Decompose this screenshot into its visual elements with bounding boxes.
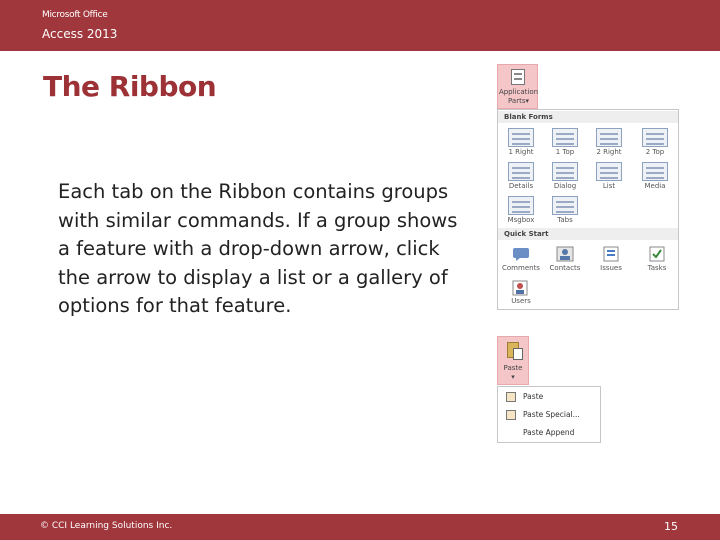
quick-start-label: Issues — [600, 264, 622, 272]
footer-bar: © CCI Learning Solutions Inc. 15 — [0, 514, 720, 540]
form-label: 2 Top — [645, 148, 665, 156]
form-list-thumb[interactable] — [596, 162, 622, 181]
blank-forms-header: Blank Forms — [498, 111, 678, 123]
comments-icon[interactable] — [512, 246, 530, 262]
form-tabs-thumb[interactable] — [552, 196, 578, 215]
paste-special-icon — [506, 410, 516, 420]
form-dialog-thumb[interactable] — [552, 162, 578, 181]
slide-body-text: Each tab on the Ribbon contains groups w… — [58, 180, 458, 317]
brand-line-2: Access 2013 — [42, 27, 118, 41]
application-parts-label-2: Parts▾ — [508, 97, 529, 105]
application-parts-button[interactable]: Application Parts▾ — [497, 64, 538, 109]
application-parts-gallery: Blank Forms 1 Right 1 Top 2 Right 2 Top … — [497, 109, 679, 310]
quick-start-label: Users — [511, 297, 531, 305]
form-label: 1 Top — [555, 148, 575, 156]
form-media-thumb[interactable] — [642, 162, 668, 181]
brand-line-1: Microsoft Office — [42, 10, 108, 20]
paste-icon — [506, 392, 516, 402]
form-label: Details — [508, 182, 534, 190]
quick-start-label: Tasks — [647, 264, 667, 272]
tasks-icon[interactable] — [648, 246, 666, 262]
form-1-right-thumb[interactable] — [508, 128, 534, 147]
form-label: Tabs — [557, 216, 573, 224]
menu-item-paste-special[interactable]: Paste Special... — [523, 410, 580, 419]
copyright-text: © CCI Learning Solutions Inc. — [40, 521, 173, 531]
slide-title: The Ribbon — [43, 70, 217, 103]
contacts-icon[interactable] — [556, 246, 574, 262]
issues-icon[interactable] — [602, 246, 620, 262]
form-label: Media — [644, 182, 666, 190]
paste-button-label: Paste — [503, 364, 523, 372]
form-msgbox-thumb[interactable] — [508, 196, 534, 215]
form-label: 2 Right — [596, 148, 622, 156]
menu-item-paste[interactable]: Paste — [523, 392, 543, 401]
form-2-right-thumb[interactable] — [596, 128, 622, 147]
document-icon — [511, 69, 525, 85]
header-bar: Microsoft Office Access 2013 — [0, 0, 720, 51]
form-label: 1 Right — [508, 148, 534, 156]
quick-start-label: Comments — [502, 264, 540, 272]
users-icon[interactable] — [512, 280, 530, 296]
quick-start-header: Quick Start — [498, 228, 678, 240]
form-1-top-thumb[interactable] — [552, 128, 578, 147]
form-2-top-thumb[interactable] — [642, 128, 668, 147]
menu-item-paste-append[interactable]: Paste Append — [523, 428, 574, 437]
paste-button[interactable]: Paste ▾ — [497, 336, 529, 385]
form-details-thumb[interactable] — [508, 162, 534, 181]
page-number: 15 — [664, 520, 678, 533]
form-label: Dialog — [553, 182, 577, 190]
form-label: List — [602, 182, 616, 190]
application-parts-label-1: Application — [498, 88, 539, 96]
chevron-down-icon: ▾ — [511, 373, 515, 381]
form-label: Msgbox — [507, 216, 535, 224]
paste-sheet-icon — [513, 348, 523, 360]
paste-menu: Paste Paste Special... Paste Append — [497, 386, 601, 443]
quick-start-label: Contacts — [549, 264, 581, 272]
